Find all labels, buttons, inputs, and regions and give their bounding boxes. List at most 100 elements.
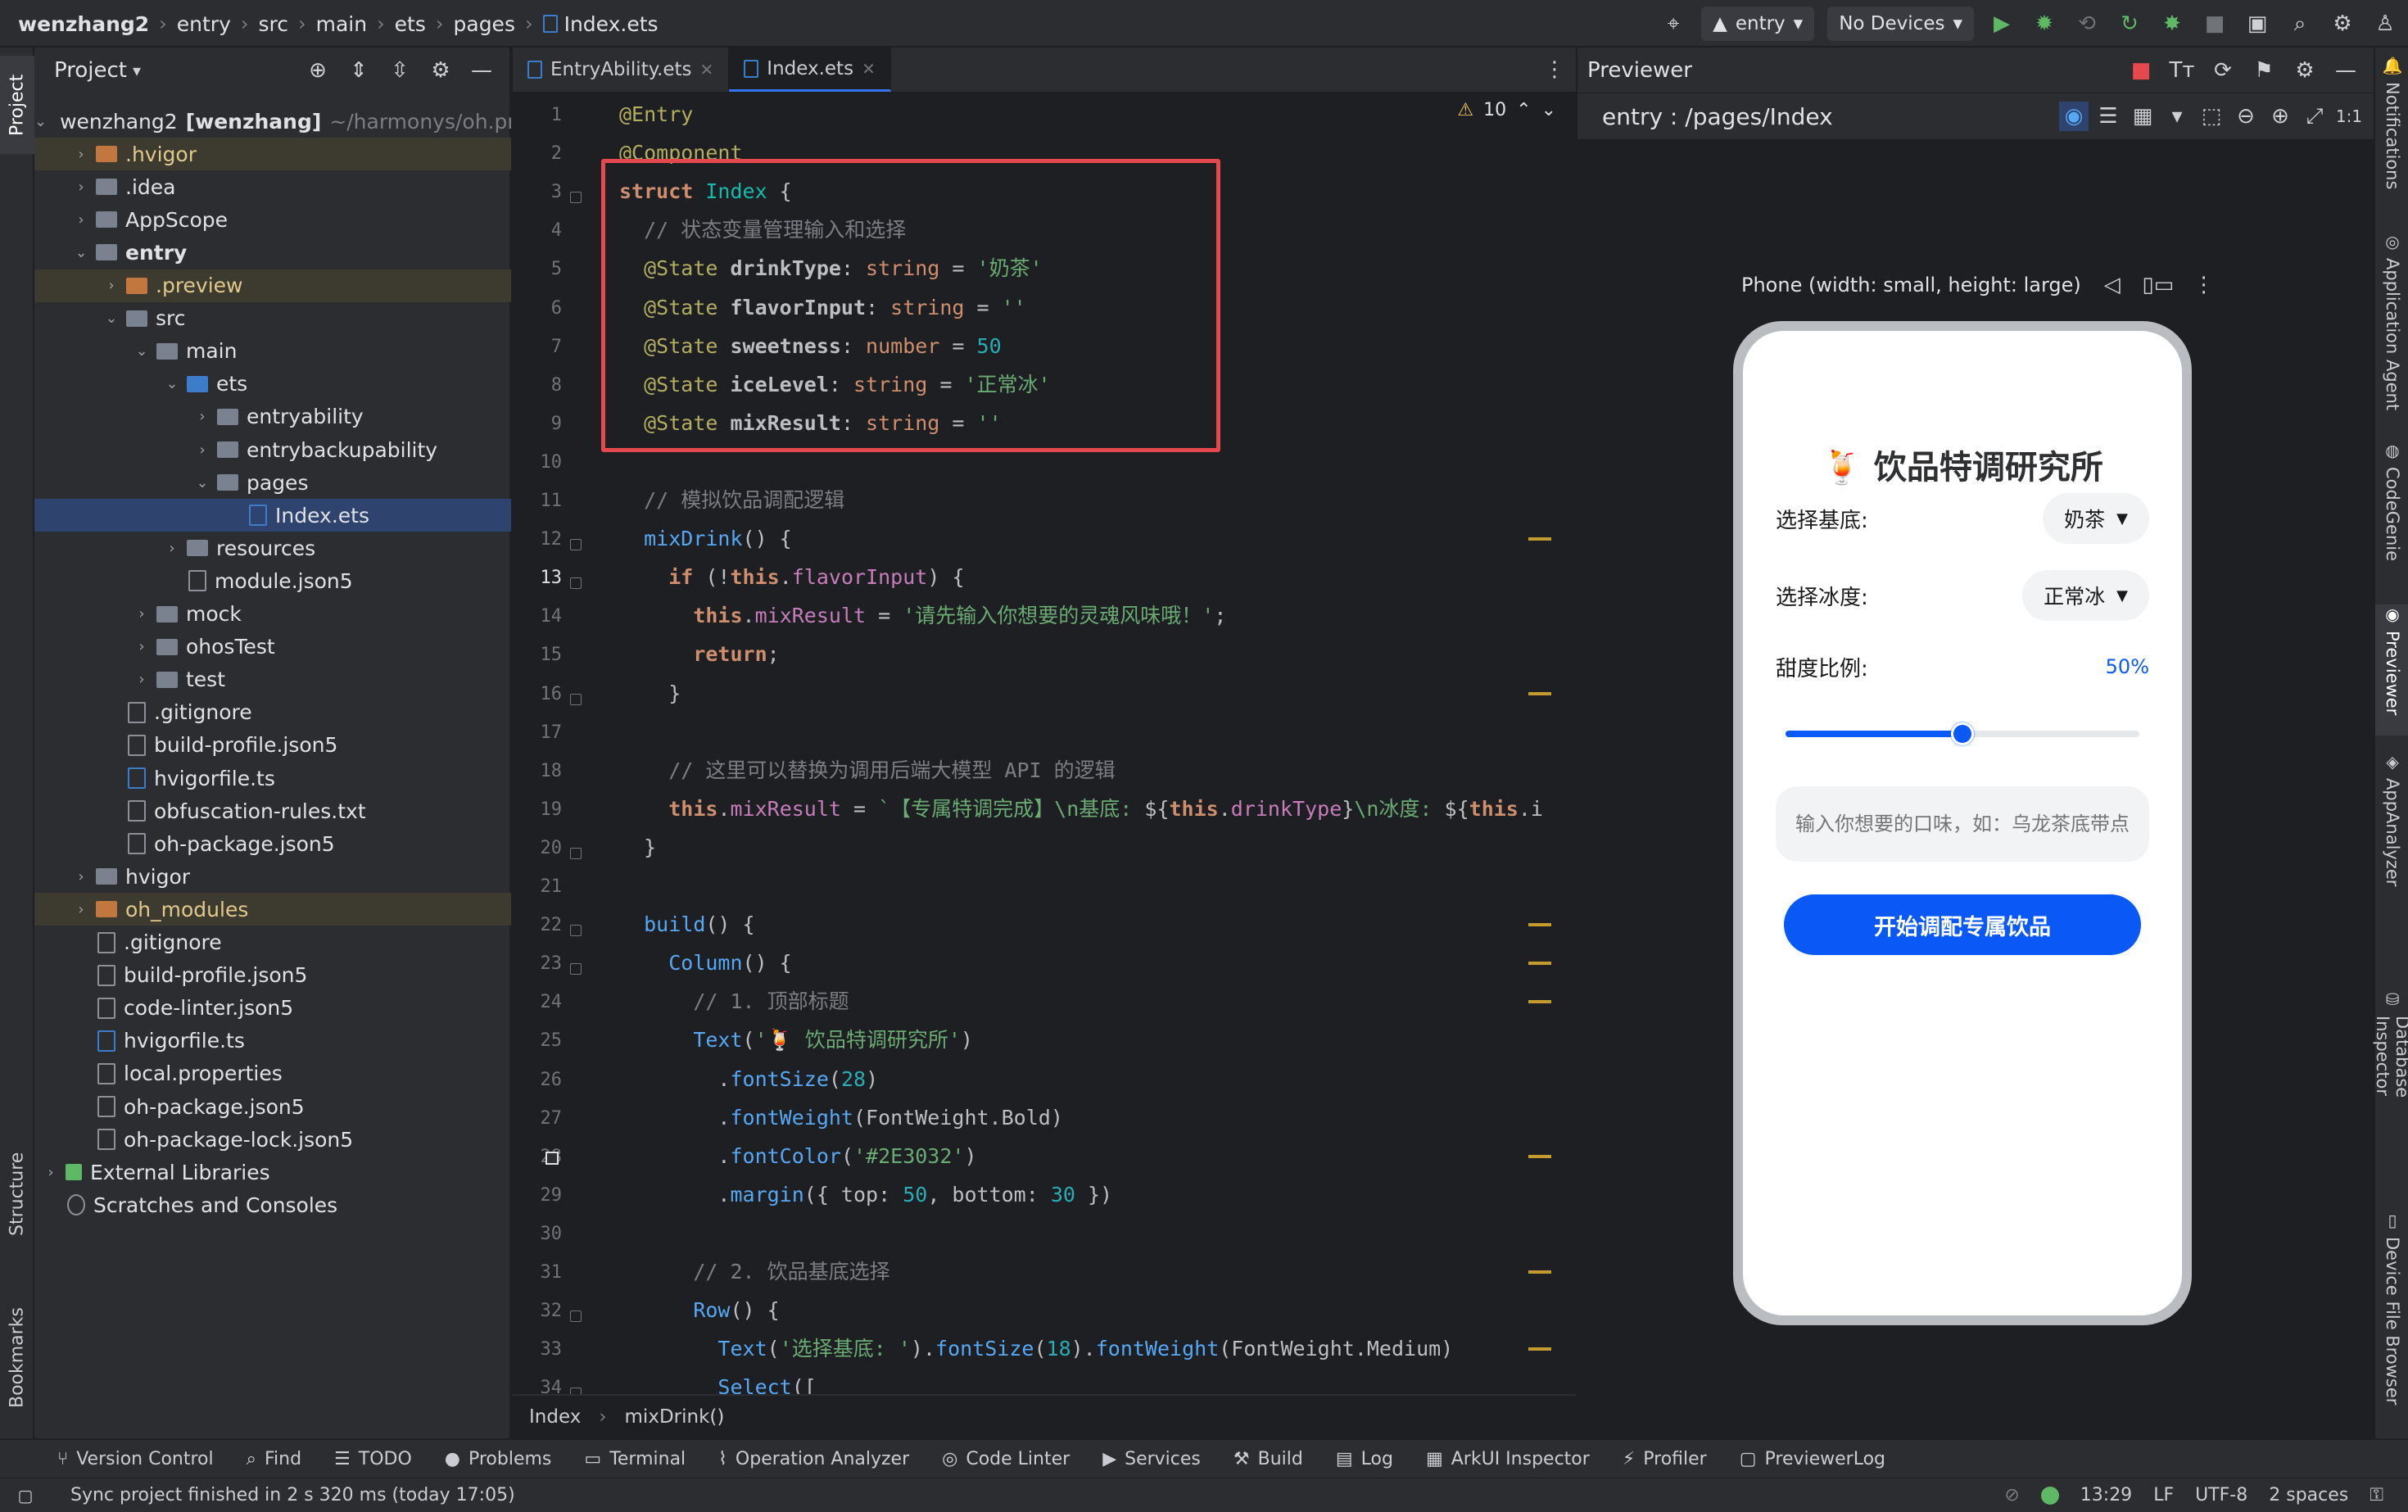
tree-item[interactable]: › ohosTest — [34, 631, 511, 663]
more-vertical-icon[interactable]: ⋮ — [2189, 270, 2219, 300]
code-line[interactable]: return; — [619, 636, 779, 672]
line-separator[interactable]: LF — [2153, 1485, 2174, 1505]
chevron-right-icon[interactable]: › — [132, 638, 152, 655]
structure-tool-tab[interactable]: Structure — [0, 1137, 34, 1252]
tool-problems[interactable]: ● Problems — [428, 1439, 568, 1478]
code-line[interactable]: .fontWeight(FontWeight.Bold) — [619, 1100, 1062, 1136]
code-line[interactable]: @Entry — [619, 97, 693, 133]
warning-marker[interactable] — [1528, 1270, 1551, 1274]
fold-icon[interactable] — [570, 847, 582, 859]
warning-marker[interactable] — [1528, 1347, 1551, 1351]
tab-entryability[interactable]: EntryAbility.ets ✕ — [513, 48, 730, 92]
sweetness-slider[interactable] — [1786, 722, 2139, 745]
close-icon[interactable]: ✕ — [700, 60, 714, 79]
device-manager-icon[interactable]: ▣ — [2243, 9, 2272, 38]
mix-drink-button[interactable]: 开始调配专属饮品 — [1784, 894, 2141, 955]
fit-icon[interactable]: ⤢ — [2300, 102, 2329, 131]
tab-index[interactable]: Index.ets ✕ — [729, 48, 891, 92]
tree-item[interactable]: .gitignore — [34, 926, 511, 959]
expand-all-icon[interactable]: ⇕ — [344, 56, 373, 85]
stop-icon[interactable]: ■ — [2126, 56, 2156, 85]
tree-item[interactable]: › resources — [34, 532, 511, 564]
breadcrumb-item[interactable]: wenzhang2 — [18, 12, 149, 36]
search-icon[interactable]: ⌕ — [2285, 9, 2315, 38]
breadcrumb-item[interactable]: main — [316, 12, 367, 36]
chevron-right-icon[interactable]: › — [71, 146, 91, 163]
chevron-down-icon[interactable]: ▾ — [2162, 102, 2192, 131]
profile-icon[interactable]: ✸ — [2157, 9, 2187, 38]
tree-item[interactable]: build-profile.json5 — [34, 959, 511, 992]
run-config-select[interactable]: ▲ entry ▾ — [1701, 7, 1815, 41]
code-line[interactable]: // 模拟饮品调配逻辑 — [619, 482, 844, 518]
chevron-right-icon[interactable]: › — [132, 671, 152, 688]
code-line[interactable]: Select([ — [619, 1369, 816, 1394]
tool-tab-codegenie[interactable]: ◍ CodeGenie — [2375, 441, 2408, 580]
gear-icon[interactable]: ⚙ — [2290, 56, 2320, 85]
chevron-right-icon[interactable]: › — [132, 605, 152, 622]
project-panel-title[interactable]: Project — [54, 58, 127, 83]
code-line[interactable]: Text('🍹 饮品特调研究所') — [619, 1022, 973, 1058]
chevron-right-icon[interactable]: › — [162, 540, 182, 557]
tree-item[interactable]: › hvigor — [34, 860, 511, 893]
tree-item[interactable]: code-linter.json5 — [34, 992, 511, 1025]
fold-icon[interactable] — [570, 925, 582, 937]
account-icon[interactable]: ♙ — [2370, 9, 2400, 38]
fold-icon[interactable] — [570, 192, 582, 204]
tree-item[interactable]: obfuscation-rules.txt — [34, 794, 511, 827]
fold-icon[interactable] — [570, 963, 582, 976]
refresh-icon[interactable]: ⟳ — [2208, 56, 2238, 85]
tree-item[interactable]: › entryability — [34, 401, 511, 433]
tree-item[interactable]: ⌄ ets — [34, 368, 511, 401]
tool-profiler[interactable]: ⚡ Profiler — [1606, 1439, 1723, 1478]
attach-icon[interactable]: ⟲ — [2072, 9, 2102, 38]
code-line[interactable]: mixDrink() { — [619, 521, 792, 557]
apply-changes-icon[interactable]: ↻ — [2115, 9, 2144, 38]
frame-icon[interactable]: ⬚ — [2197, 102, 2226, 131]
breadcrumb-item[interactable]: entry — [177, 12, 231, 36]
project-tool-tab[interactable]: Project — [0, 56, 34, 154]
layers-icon[interactable]: ☰ — [2093, 102, 2123, 131]
tool-find[interactable]: ⌕ Find — [230, 1439, 318, 1478]
code-line[interactable]: if (!this.flavorInput) { — [619, 559, 964, 595]
code-line[interactable]: this.mixResult = '请先输入你想要的灵魂风味哦！'; — [619, 598, 1226, 634]
fold-icon[interactable] — [570, 577, 582, 590]
tree-item[interactable]: module.json5 — [34, 564, 511, 597]
tool-operation-analyzer[interactable]: ⌇ Operation Analyzer — [702, 1439, 926, 1478]
chevron-down-icon[interactable]: ▾ — [127, 56, 147, 85]
font-size-icon[interactable]: Tт — [2167, 56, 2197, 85]
tree-item[interactable]: › .hvigor — [34, 138, 511, 171]
tool-previewerlog[interactable]: ▢ PreviewerLog — [1723, 1439, 1902, 1478]
code-line[interactable]: // 2. 饮品基底选择 — [619, 1254, 889, 1290]
tree-item[interactable]: ⌄ entry — [34, 236, 511, 269]
tree-item[interactable]: › oh_modules — [34, 893, 511, 926]
tree-item[interactable]: › .idea — [34, 170, 511, 203]
warning-marker[interactable] — [1528, 923, 1551, 927]
chevron-right-icon[interactable]: › — [71, 868, 91, 885]
chevron-right-icon[interactable]: › — [71, 179, 91, 196]
tree-item[interactable]: local.properties — [34, 1057, 511, 1090]
code-line[interactable]: Text('选择基底: ').fontSize(18).fontWeight(F… — [619, 1331, 1453, 1367]
code-line[interactable]: @State flavorInput: string = '' — [619, 290, 1026, 326]
tool-tab-appanalyzer[interactable]: ◈ AppAnalyzer — [2375, 752, 2408, 957]
breadcrumb-item[interactable]: Index.ets — [564, 12, 659, 36]
tool-terminal[interactable]: ▭ Terminal — [568, 1439, 702, 1478]
tool-services[interactable]: ▶ Services — [1086, 1439, 1217, 1478]
chevron-right-icon[interactable]: › — [102, 277, 121, 294]
tool-tab-notifications[interactable]: 🔔 Notifications — [2375, 56, 2408, 211]
fold-icon[interactable] — [570, 1311, 582, 1323]
tree-item[interactable]: › entrybackupability — [34, 433, 511, 466]
tool-tab-database-inspector[interactable]: ⛁ Database Inspector — [2373, 989, 2408, 1178]
code-line[interactable]: // 状态变量管理输入和选择 — [619, 212, 906, 248]
tool-log[interactable]: ▤ Log — [1319, 1439, 1410, 1478]
locate-icon[interactable]: ⊕ — [303, 56, 333, 85]
code-line[interactable]: @State drinkType: string = '奶茶' — [619, 251, 1043, 287]
chevron-down-icon[interactable]: ⌄ — [192, 474, 212, 491]
tree-item[interactable]: ⌄ main — [34, 335, 511, 368]
warning-marker[interactable] — [1528, 1000, 1551, 1004]
ice-select[interactable]: 正常冰 ▼ — [2022, 570, 2149, 621]
chevron-right-icon[interactable]: › — [192, 408, 212, 425]
tool-build[interactable]: ⚒ Build — [1217, 1439, 1319, 1478]
caret-position[interactable]: 13:29 — [2080, 1485, 2132, 1505]
zoom-out-icon[interactable]: ⊖ — [2231, 102, 2261, 131]
layout-toggle-icon[interactable]: ▢ — [13, 1483, 38, 1508]
